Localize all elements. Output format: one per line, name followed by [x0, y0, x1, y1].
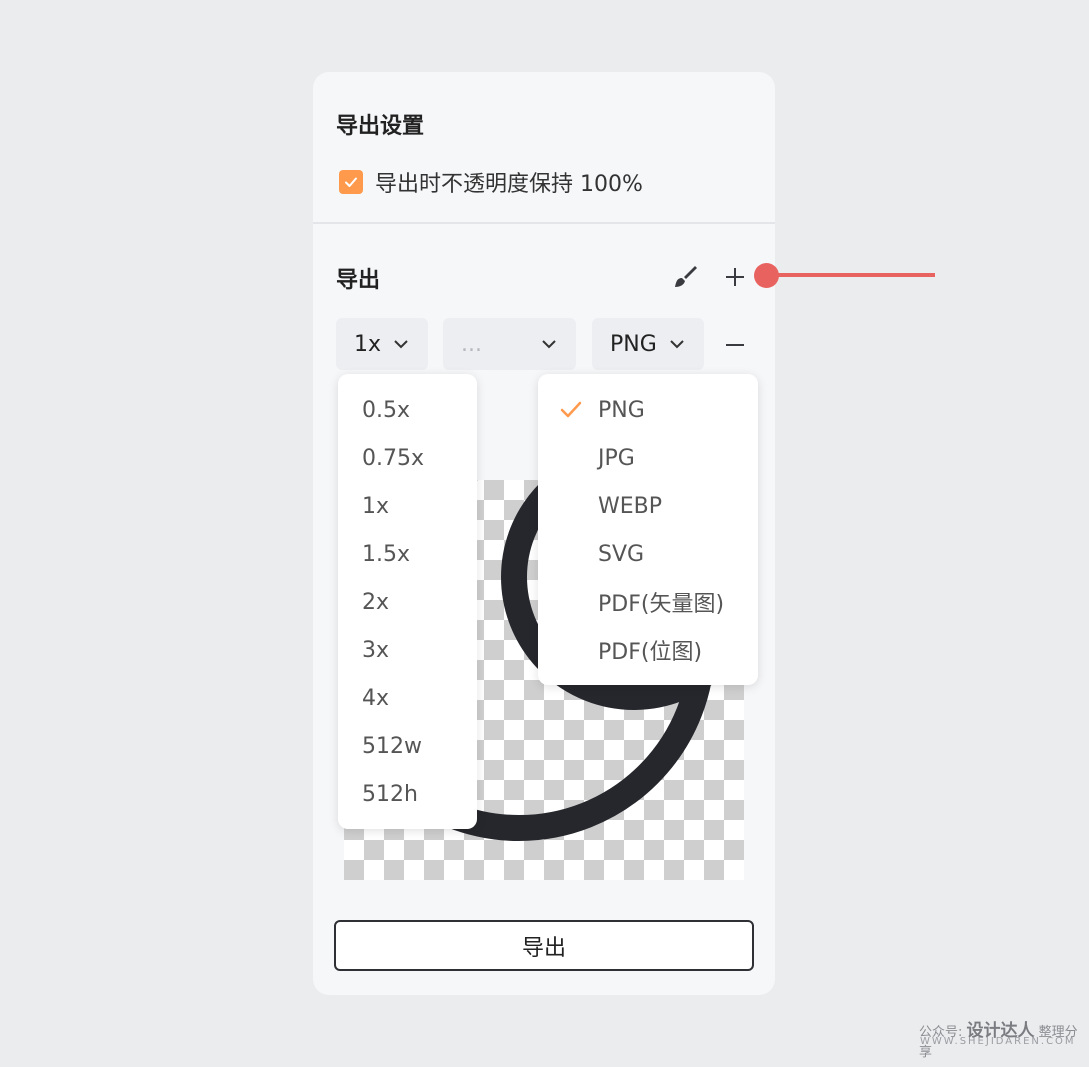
check-icon	[560, 401, 582, 418]
format-option[interactable]: PDF(位图)	[538, 626, 758, 674]
format-option[interactable]: JPG	[538, 434, 758, 482]
remove-export-button[interactable]	[718, 328, 752, 362]
scale-select[interactable]: 1x	[336, 318, 428, 370]
add-export-button[interactable]	[718, 260, 752, 294]
format-option[interactable]: WEBP	[538, 482, 758, 530]
scale-option[interactable]: 1.5x	[338, 530, 477, 578]
scale-option[interactable]: 512w	[338, 722, 477, 770]
section-divider	[313, 222, 775, 224]
export-button[interactable]: 导出	[334, 920, 754, 971]
format-dropdown-menu: PNG JPG WEBP SVG PDF(矢量图) PDF(位图)	[538, 374, 758, 685]
format-option-label: PNG	[598, 397, 645, 423]
opacity-checkbox-label: 导出时不透明度保持 100%	[375, 172, 643, 197]
annotation-dot	[754, 263, 779, 288]
format-option-selected[interactable]: PNG	[538, 386, 758, 434]
export-section-title: 导出	[336, 268, 381, 293]
scale-option[interactable]: 512h	[338, 770, 477, 818]
scale-dropdown-menu: 0.5x 0.75x 1x 1.5x 2x 3x 4x 512w 512h	[338, 374, 477, 829]
watermark-url: WWW.SHEJIDAREN.COM	[920, 1036, 1076, 1047]
format-select-value: PNG	[610, 331, 657, 357]
brush-button[interactable]	[668, 260, 702, 294]
chevron-down-icon	[394, 340, 408, 349]
scale-option[interactable]: 4x	[338, 674, 477, 722]
annotation-line	[776, 273, 935, 277]
scale-option[interactable]: 2x	[338, 578, 477, 626]
format-option[interactable]: SVG	[538, 530, 758, 578]
chevron-down-icon	[542, 340, 556, 349]
scale-select-value: 1x	[354, 331, 382, 357]
scale-option[interactable]: 3x	[338, 626, 477, 674]
opacity-checkbox[interactable]	[339, 170, 363, 194]
suffix-select-placeholder: ...	[461, 331, 482, 357]
brush-icon	[675, 266, 697, 287]
format-option[interactable]: PDF(矢量图)	[538, 578, 758, 626]
plus-icon	[726, 268, 744, 286]
suffix-select[interactable]: ...	[443, 318, 576, 370]
export-settings-title: 导出设置	[336, 114, 425, 139]
minus-icon	[726, 344, 744, 346]
scale-option[interactable]: 0.5x	[338, 386, 477, 434]
check-icon	[345, 177, 357, 187]
format-select[interactable]: PNG	[592, 318, 704, 370]
opacity-checkbox-row[interactable]: 导出时不透明度保持 100%	[339, 166, 643, 198]
scale-option[interactable]: 1x	[338, 482, 477, 530]
scale-option[interactable]: 0.75x	[338, 434, 477, 482]
chevron-down-icon	[670, 340, 684, 349]
